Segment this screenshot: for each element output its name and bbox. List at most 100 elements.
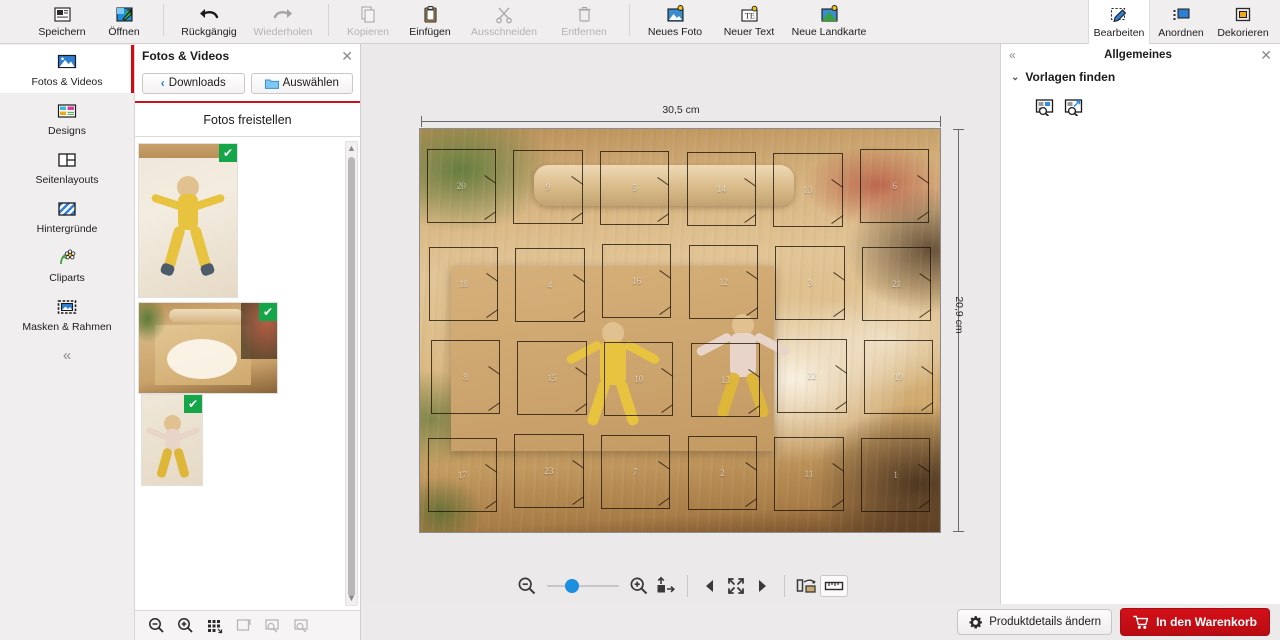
- redo-label: Wiederholen: [253, 26, 313, 38]
- next-page-icon[interactable]: [749, 573, 775, 599]
- calendar-door[interactable]: 21: [862, 247, 932, 322]
- calendar-door-number: 6: [892, 181, 897, 192]
- page-preview[interactable]: 20 9 5 14 13 6 18 4 16 12 3 21 8 15 10 13 22 19 17 23 7 2 11 1: [420, 129, 940, 532]
- previous-page-icon[interactable]: [697, 573, 723, 599]
- paste-button[interactable]: Einfügen: [399, 0, 461, 44]
- calendar-door[interactable]: 22: [777, 338, 847, 413]
- calendar-door[interactable]: 9: [513, 150, 583, 225]
- sidebar-item-masken-rahmen[interactable]: Masken & Rahmen: [0, 290, 134, 338]
- toolbar-group-history: Rückgängig Wiederholen: [172, 0, 320, 44]
- downloads-back-button[interactable]: ‹ Downloads: [142, 72, 245, 94]
- zoom-slider-handle[interactable]: [564, 579, 579, 593]
- zoom-in-icon[interactable]: [176, 617, 194, 635]
- canvas-area[interactable]: 30,5 cm 20,9 cm 20 9 5 14 13 6 18 4 16 12: [361, 44, 1000, 640]
- calendar-door[interactable]: 13: [690, 342, 761, 417]
- calendar-door-number: 16: [632, 276, 642, 287]
- zoom-out-icon[interactable]: [147, 617, 165, 635]
- new-text-icon: TE: [739, 3, 760, 25]
- calendar-door[interactable]: 13: [773, 153, 843, 228]
- zoom-slider[interactable]: [546, 579, 619, 593]
- open-button[interactable]: Öffnen: [93, 0, 155, 44]
- calendar-door[interactable]: 15: [517, 340, 587, 415]
- calendar-door[interactable]: 14: [686, 152, 757, 227]
- sidebar-item-hintergruende[interactable]: Hintergründe: [0, 192, 134, 240]
- tab-anordnen[interactable]: Anordnen: [1150, 0, 1212, 44]
- calendar-door[interactable]: 16: [602, 244, 672, 319]
- calendar-door[interactable]: 10: [604, 341, 674, 416]
- find-template-alt-icon[interactable]: [1064, 98, 1084, 116]
- svg-text:TE: TE: [745, 11, 755, 20]
- list-item[interactable]: ✔: [141, 394, 203, 486]
- select-folder-button[interactable]: Auswählen: [250, 72, 353, 94]
- page-spread-icon[interactable]: [794, 573, 820, 599]
- properties-collapse-button[interactable]: «: [1009, 48, 1016, 62]
- door-flap-tick: [918, 463, 931, 473]
- add-to-cart-button[interactable]: In den Warenkorb: [1120, 608, 1270, 636]
- fit-to-object-icon[interactable]: [652, 573, 678, 599]
- tab-bearbeiten[interactable]: Bearbeiten: [1088, 0, 1150, 44]
- calendar-door[interactable]: 23: [514, 433, 584, 508]
- list-item[interactable]: ✔: [138, 143, 238, 298]
- new-text-button[interactable]: TE Neuer Text: [712, 0, 786, 44]
- calendar-door[interactable]: 18: [428, 247, 499, 322]
- calendar-door[interactable]: 3: [775, 246, 845, 321]
- list-item[interactable]: ✔: [138, 302, 278, 394]
- calendar-door[interactable]: 17: [427, 437, 498, 512]
- calendar-door[interactable]: 1: [861, 437, 931, 512]
- zoom-out-icon[interactable]: [514, 573, 540, 599]
- scroll-up-arrow-icon[interactable]: ▲: [346, 142, 357, 155]
- sidebar-item-fotos-videos[interactable]: Fotos & Videos: [0, 45, 134, 93]
- door-flap-tick: [571, 459, 584, 469]
- calendar-door[interactable]: 7: [601, 434, 671, 509]
- scroll-down-arrow-icon[interactable]: ▼: [346, 592, 357, 605]
- door-flap-tick: [834, 400, 847, 410]
- close-icon[interactable]: ✕: [1260, 48, 1272, 62]
- scrollbar-thumb[interactable]: [348, 157, 355, 597]
- product-details-label: Produktdetails ändern: [989, 616, 1102, 628]
- close-icon[interactable]: ✕: [341, 49, 353, 63]
- new-map-button[interactable]: Neue Landkarte: [786, 0, 872, 44]
- sidebar-item-cliparts-label: Cliparts: [49, 271, 85, 284]
- calendar-door[interactable]: 11: [774, 436, 844, 511]
- calendar-door[interactable]: 19: [864, 339, 934, 414]
- door-flap-tick: [572, 274, 585, 284]
- sidebar-item-designs[interactable]: Designs: [0, 94, 134, 142]
- selected-check-icon: ✔: [184, 395, 202, 413]
- calendar-door[interactable]: 20: [426, 149, 497, 224]
- find-template-icon[interactable]: [1035, 98, 1055, 116]
- backgrounds-icon: [56, 198, 78, 220]
- paste-icon: [421, 3, 440, 25]
- zoom-in-icon[interactable]: [626, 573, 652, 599]
- new-photo-button[interactable]: Neues Foto: [638, 0, 712, 44]
- grid-view-icon[interactable]: [205, 617, 223, 635]
- sidebar-item-seitenlayouts[interactable]: Seitenlayouts: [0, 143, 134, 191]
- door-flap-tick: [744, 178, 757, 188]
- door-flap-tick: [831, 498, 844, 508]
- calendar-door[interactable]: 8: [430, 339, 501, 414]
- door-flap-tick: [571, 495, 584, 505]
- calendar-door-number: 2: [720, 467, 725, 478]
- undo-button[interactable]: Rückgängig: [172, 0, 246, 44]
- calendar-door[interactable]: 2: [687, 435, 758, 510]
- fullscreen-icon[interactable]: [723, 573, 749, 599]
- ruler-icon[interactable]: [819, 575, 848, 597]
- calendar-door[interactable]: 6: [860, 149, 930, 224]
- photos-panel-nav: ‹ Downloads Auswählen: [135, 68, 360, 98]
- cutout-photos-button[interactable]: Fotos freistellen: [135, 103, 360, 137]
- templates-section-header[interactable]: ⌄ Vorlagen finden: [1011, 70, 1280, 84]
- sidebar-item-cliparts[interactable]: Cliparts: [0, 241, 134, 289]
- door-flap-tick: [658, 460, 671, 470]
- tab-dekorieren-label: Dekorieren: [1217, 27, 1269, 39]
- calendar-door[interactable]: 12: [688, 245, 759, 320]
- properties-panel: « Allgemeines ✕ ⌄ Vorlagen finden: [1000, 44, 1280, 640]
- sidebar-item-hintergruende-label: Hintergründe: [36, 222, 98, 235]
- save-button[interactable]: Speichern: [31, 0, 93, 44]
- tab-dekorieren[interactable]: Dekorieren: [1212, 0, 1274, 44]
- door-flap-tick: [746, 307, 759, 316]
- calendar-door[interactable]: 4: [515, 248, 585, 323]
- product-details-button[interactable]: Produktdetails ändern: [957, 609, 1113, 635]
- calendar-door[interactable]: 5: [600, 151, 670, 226]
- door-flap-tick: [919, 273, 932, 283]
- sidebar-collapse-button[interactable]: «: [0, 338, 134, 372]
- panel-scrollbar[interactable]: ▲ ▼: [345, 141, 358, 606]
